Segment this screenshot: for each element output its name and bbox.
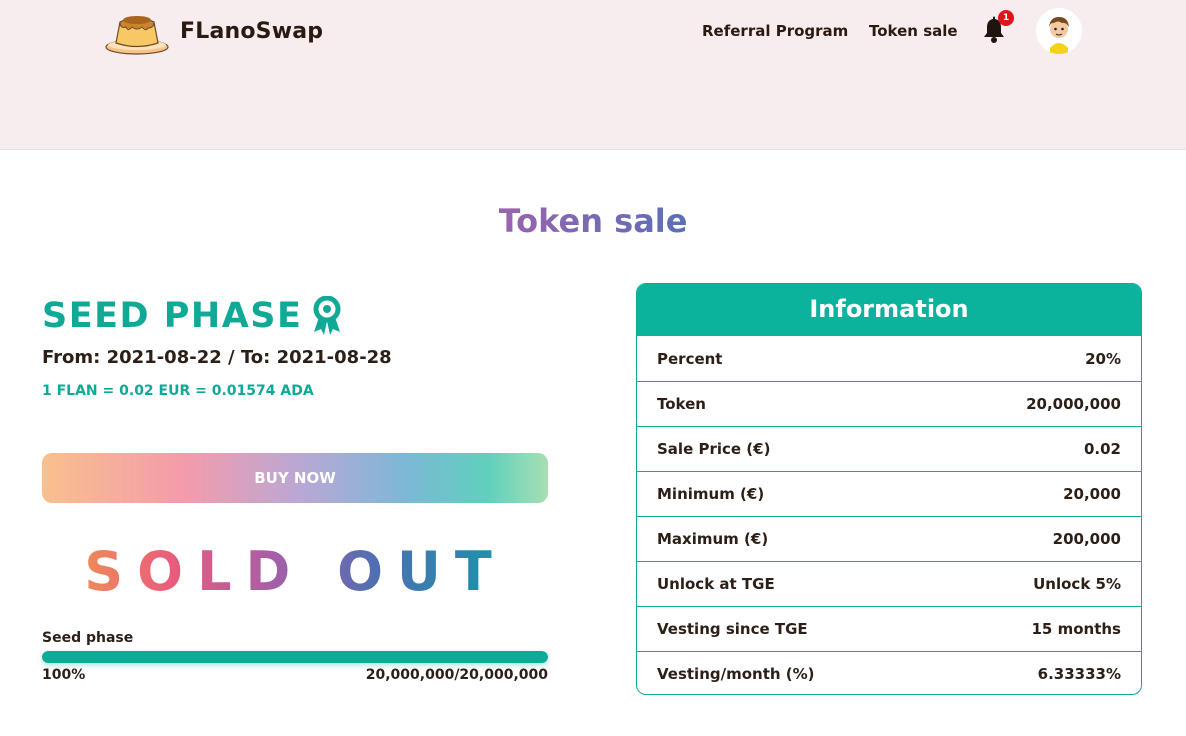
flan-logo-icon[interactable] xyxy=(104,8,170,56)
sold-out-text: SOLD OUT xyxy=(84,540,506,603)
phase-title: SEED PHASE xyxy=(42,296,303,336)
top-header: FLanoSwap Referral Program Token sale 1 xyxy=(0,0,1186,150)
info-row-label: Sale Price (€) xyxy=(657,440,771,458)
information-card: Information Percent 20% Token 20,000,000 Sal… xyxy=(636,283,1142,695)
info-row-label: Vesting/month (%) xyxy=(657,665,815,683)
info-row-label: Maximum (€) xyxy=(657,530,769,548)
notification-badge: 1 xyxy=(998,10,1014,26)
brand-name[interactable]: FLanoSwap xyxy=(180,19,323,44)
phase-dates: From: 2021-08-22 / To: 2021-08-28 xyxy=(42,347,392,368)
info-row-value: 20,000 xyxy=(1063,485,1121,503)
page-title: Token sale xyxy=(0,202,1186,240)
user-avatar[interactable] xyxy=(1036,8,1082,54)
nav-referral-program[interactable]: Referral Program xyxy=(702,22,848,40)
info-row-label: Token xyxy=(657,395,706,413)
info-row-label: Percent xyxy=(657,349,723,368)
sold-out-banner: SOLD OUT xyxy=(42,540,548,603)
info-row: Sale Price (€) 0.02 xyxy=(637,426,1141,471)
info-row-value: 20% xyxy=(1085,349,1121,368)
buy-now-button[interactable]: BUY NOW xyxy=(42,453,548,503)
info-row: Vesting since TGE 15 months xyxy=(637,606,1141,651)
avatar-icon xyxy=(1036,8,1082,54)
info-row-value: 15 months xyxy=(1031,620,1122,638)
information-card-title: Information xyxy=(637,284,1141,336)
info-row: Maximum (€) 200,000 xyxy=(637,516,1141,561)
progress-bar xyxy=(42,651,548,663)
info-row: Minimum (€) 20,000 xyxy=(637,471,1141,516)
progress-bar-fill xyxy=(42,651,548,663)
info-row-label: Minimum (€) xyxy=(657,485,765,503)
info-row-value: 20,000,000 xyxy=(1026,395,1121,413)
information-table: Percent 20% Token 20,000,000 Sale Price (€) 0… xyxy=(637,336,1141,694)
info-row: Percent 20% xyxy=(637,336,1141,381)
exchange-rate: 1 FLAN = 0.02 EUR = 0.01574 ADA xyxy=(42,383,314,399)
info-row: Token 20,000,000 xyxy=(637,381,1141,426)
info-row-label: Vesting since TGE xyxy=(657,620,808,638)
progress-amount: 20,000,000/20,000,000 xyxy=(365,667,548,683)
page-title-text: Token sale xyxy=(498,202,688,240)
ribbon-award-icon xyxy=(313,296,341,335)
info-row-value: 0.02 xyxy=(1083,440,1121,458)
progress-percent: 100% xyxy=(42,667,86,683)
info-row: Unlock at TGE Unlock 5% xyxy=(637,561,1141,606)
info-row-value: Unlock 5% xyxy=(1033,575,1121,593)
info-row-value: 6.33333% xyxy=(1037,665,1121,683)
info-row-value: 200,000 xyxy=(1052,530,1121,548)
info-row-label: Unlock at TGE xyxy=(657,575,775,593)
info-row: Vesting/month (%) 6.33333% xyxy=(637,651,1141,694)
nav-token-sale[interactable]: Token sale xyxy=(869,22,958,40)
progress-label: Seed phase xyxy=(42,630,134,646)
